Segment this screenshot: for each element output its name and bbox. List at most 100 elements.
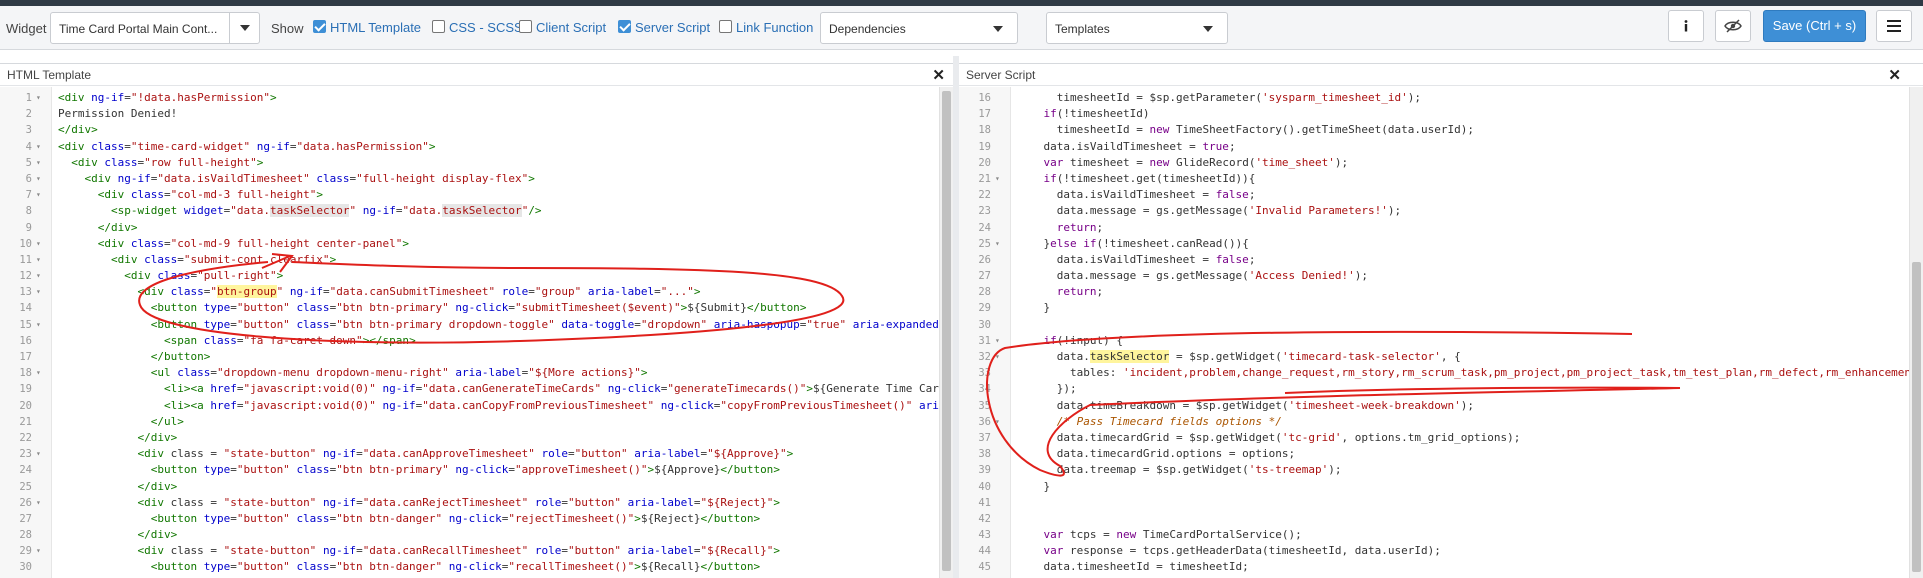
fold-toggle-icon[interactable]: ▾ — [36, 139, 41, 155]
fold-toggle-icon[interactable]: ▾ — [36, 171, 41, 187]
code-line[interactable]: 21 ▾ if(!timesheet.get(timesheetId)){ — [959, 171, 1923, 187]
code-line[interactable]: 31 ▾ if(!input) { — [959, 333, 1923, 349]
hide-button[interactable] — [1715, 10, 1751, 42]
dependencies-select[interactable]: Dependencies — [820, 12, 1018, 44]
code-line[interactable]: 7 ▾ <div class="col-md-3 full-height"> — [0, 187, 953, 203]
widget-select[interactable]: Time Card Portal Main Cont... — [50, 12, 260, 44]
code-line[interactable]: 4 ▾ <div class="time-card-widget" ng-if="d… — [0, 139, 953, 155]
code-line[interactable]: 22 </div> — [0, 430, 953, 446]
fold-toggle-icon[interactable]: ▾ — [36, 187, 41, 203]
code-line[interactable]: 23 ▾ <div class = "state-button" ng-if="d… — [0, 446, 953, 462]
toggle-html-template-checkbox[interactable] — [313, 20, 326, 33]
code-line[interactable]: 3 </div> — [0, 122, 953, 138]
code-line[interactable]: 30 — [959, 317, 1923, 333]
code-line[interactable]: 27 <button type="button" class="btn btn-… — [0, 511, 953, 527]
close-icon[interactable]: ✕ — [1888, 66, 1901, 84]
code-line[interactable]: 24 <button type="button" class="btn btn-… — [0, 462, 953, 478]
toggle-css-scss-checkbox[interactable] — [432, 20, 445, 33]
code-line[interactable]: 10 ▾ <div class="col-md-9 full-height cen… — [0, 236, 953, 252]
server-script-editor[interactable]: 16 timesheetId = $sp.getParameter('syspa… — [959, 87, 1923, 578]
menu-button[interactable] — [1876, 10, 1912, 42]
fold-toggle-icon[interactable]: ▾ — [36, 365, 41, 381]
code-line[interactable]: 43 var tcps = new TimeCardPortalService(… — [959, 527, 1923, 543]
code-line[interactable]: 26 ▾ <div class = "state-button" ng-if="d… — [0, 495, 953, 511]
code-line[interactable]: 17 </button> — [0, 349, 953, 365]
code-line[interactable]: 26 data.isVaildTimesheet = false; — [959, 252, 1923, 268]
fold-toggle-icon[interactable]: ▾ — [36, 495, 41, 511]
toggle-link-function-label[interactable]: Link Function — [736, 20, 813, 35]
code-line[interactable]: 19 <li><a href="javascript:void(0)" ng-i… — [0, 381, 953, 397]
code-line[interactable]: 9 </div> — [0, 220, 953, 236]
code-line[interactable]: 6 ▾ <div ng-if="data.isVaildTimesheet" cl… — [0, 171, 953, 187]
code-line[interactable]: 17 if(!timesheetId) — [959, 106, 1923, 122]
code-line[interactable]: 25 </div> — [0, 479, 953, 495]
code-line[interactable]: 36 ▾ /* Pass Timecard fields options */ — [959, 414, 1923, 430]
scrollbar-thumb[interactable] — [942, 91, 951, 571]
html-template-editor[interactable]: 1 ▾ <div ng-if="!data.hasPermission"> 2 Perm… — [0, 87, 953, 578]
code-line[interactable]: 34 }); — [959, 381, 1923, 397]
fold-toggle-icon[interactable]: ▾ — [36, 90, 41, 106]
code-line[interactable]: 40 } — [959, 479, 1923, 495]
code-line[interactable]: 44 var response = tcps.getHeaderData(tim… — [959, 543, 1923, 559]
save-button[interactable]: Save (Ctrl + s) — [1763, 10, 1866, 42]
toggle-css-scss-label[interactable]: CSS - SCSS — [449, 20, 523, 35]
fold-toggle-icon[interactable]: ▾ — [36, 543, 41, 559]
fold-toggle-icon[interactable]: ▾ — [995, 333, 1000, 349]
toggle-link-function-checkbox[interactable] — [719, 20, 732, 33]
code-line[interactable]: 18 timesheetId = new TimeSheetFactory().… — [959, 122, 1923, 138]
code-line[interactable]: 37 data.timecardGrid = $sp.getWidget('tc… — [959, 430, 1923, 446]
code-line[interactable]: 23 data.message = gs.getMessage('Invalid… — [959, 203, 1923, 219]
fold-toggle-icon[interactable]: ▾ — [995, 414, 1000, 430]
templates-select[interactable]: Templates — [1046, 12, 1228, 44]
code-line[interactable]: 1 ▾ <div ng-if="!data.hasPermission"> — [0, 90, 953, 106]
code-line[interactable]: 29 } — [959, 300, 1923, 316]
toggle-html-template-label[interactable]: HTML Template — [330, 20, 421, 35]
code-line[interactable]: 30 <button type="button" class="btn btn-… — [0, 559, 953, 575]
code-line[interactable]: 13 ▾ <div class="btn-group" ng-if="data.c… — [0, 284, 953, 300]
code-line[interactable]: 22 data.isVaildTimesheet = false; — [959, 187, 1923, 203]
fold-toggle-icon[interactable]: ▾ — [36, 284, 41, 300]
code-line[interactable]: 42 — [959, 511, 1923, 527]
fold-toggle-icon[interactable]: ▾ — [36, 236, 41, 252]
code-line[interactable]: 35 data.timeBreakdown = $sp.getWidget('t… — [959, 398, 1923, 414]
fold-toggle-icon[interactable]: ▾ — [36, 252, 41, 268]
code-line[interactable]: 41 — [959, 495, 1923, 511]
code-line[interactable]: 39 data.treemap = $sp.getWidget('ts-tree… — [959, 462, 1923, 478]
code-line[interactable]: 19 data.isVaildTimesheet = true; — [959, 139, 1923, 155]
fold-toggle-icon[interactable]: ▾ — [36, 268, 41, 284]
code-line[interactable]: 21 </ul> — [0, 414, 953, 430]
code-line[interactable]: 11 ▾ <div class="submit-cont clearfix"> — [0, 252, 953, 268]
code-line[interactable]: 20 <li><a href="javascript:void(0)" ng-i… — [0, 398, 953, 414]
scrollbar-thumb[interactable] — [1912, 262, 1921, 572]
code-line[interactable]: 14 <button type="button" class="btn btn-… — [0, 300, 953, 316]
code-line[interactable]: 8 <sp-widget widget="data.taskSelector" … — [0, 203, 953, 219]
code-line[interactable]: 2 Permission Denied! — [0, 106, 953, 122]
code-line[interactable]: 32 ▾ data.taskSelector = $sp.getWidget('t… — [959, 349, 1923, 365]
code-line[interactable]: 16 timesheetId = $sp.getParameter('syspa… — [959, 90, 1923, 106]
code-line[interactable]: 18 ▾ <ul class="dropdown-menu dropdown-me… — [0, 365, 953, 381]
fold-toggle-icon[interactable]: ▾ — [36, 155, 41, 171]
code-line[interactable]: 24 return; — [959, 220, 1923, 236]
close-icon[interactable]: ✕ — [932, 66, 945, 84]
fold-toggle-icon[interactable]: ▾ — [36, 446, 41, 462]
code-line[interactable]: 12 ▾ <div class="pull-right"> — [0, 268, 953, 284]
fold-toggle-icon[interactable]: ▾ — [36, 317, 41, 333]
code-line[interactable]: 28 return; — [959, 284, 1923, 300]
fold-toggle-icon[interactable]: ▾ — [995, 236, 1000, 252]
code-line[interactable]: 38 data.timecardGrid.options = options; — [959, 446, 1923, 462]
code-line[interactable]: 28 </div> — [0, 527, 953, 543]
vertical-scrollbar[interactable] — [939, 87, 953, 578]
code-line[interactable]: 20 var timesheet = new GlideRecord('time… — [959, 155, 1923, 171]
code-line[interactable]: 25 ▾ }else if(!timesheet.canRead()){ — [959, 236, 1923, 252]
code-line[interactable]: 15 ▾ <button type="button" class="btn btn… — [0, 317, 953, 333]
fold-toggle-icon[interactable]: ▾ — [995, 349, 1000, 365]
toggle-client-script-checkbox[interactable] — [519, 20, 532, 33]
code-line[interactable]: 27 data.message = gs.getMessage('Access … — [959, 268, 1923, 284]
code-line[interactable]: 33 tables: 'incident,problem,change_requ… — [959, 365, 1923, 381]
toggle-server-script-checkbox[interactable] — [618, 20, 631, 33]
code-line[interactable]: 5 ▾ <div class="row full-height"> — [0, 155, 953, 171]
toggle-client-script-label[interactable]: Client Script — [536, 20, 606, 35]
code-line[interactable]: 29 ▾ <div class = "state-button" ng-if="d… — [0, 543, 953, 559]
vertical-scrollbar[interactable] — [1909, 87, 1923, 578]
info-button[interactable] — [1668, 10, 1704, 42]
